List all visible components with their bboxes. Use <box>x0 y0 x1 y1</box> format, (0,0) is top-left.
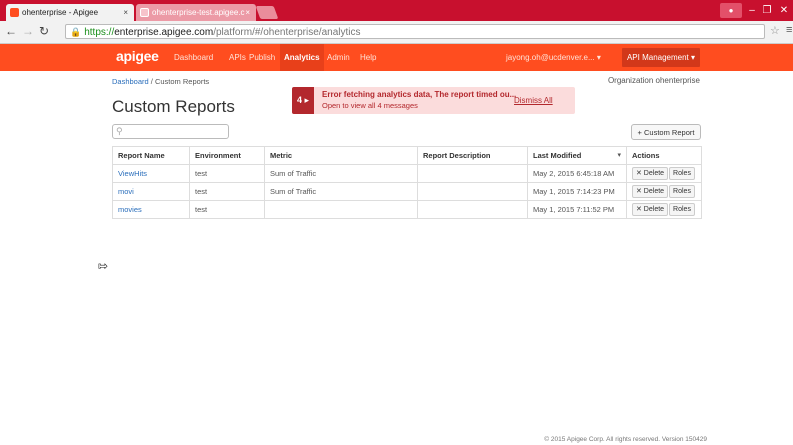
error-alert[interactable]: 4 ▸ Error fetching analytics data, The r… <box>292 87 575 114</box>
nav-publish[interactable]: Publish <box>245 44 279 71</box>
sort-caret-icon[interactable]: ▾ <box>617 151 621 159</box>
roles-button[interactable]: Roles <box>669 203 695 216</box>
browser-titlebar: ohenterprise - Apigee × ohenterprise-tes… <box>0 0 793 21</box>
delete-button[interactable]: ✕ Delete <box>632 167 669 180</box>
nav-dashboard[interactable]: Dashboard <box>170 44 217 71</box>
report-actions: ✕ Delete Roles <box>626 164 702 183</box>
nav-analytics[interactable]: Analytics <box>280 44 324 71</box>
tab-title: ohenterprise-test.apigee.c <box>152 8 245 17</box>
new-tab-button[interactable] <box>255 6 279 19</box>
column-header-environment[interactable]: Environment <box>189 146 265 165</box>
organization-label: Organization ohenterprise <box>607 76 700 85</box>
report-description <box>417 200 528 219</box>
breadcrumb-current: Custom Reports <box>154 77 210 86</box>
alert-count-badge[interactable]: 4 ▸ <box>292 87 314 114</box>
forward-arrow-icon[interactable]: → <box>22 24 34 38</box>
report-environment: test <box>189 182 265 201</box>
report-description <box>417 164 528 183</box>
bookmark-star-icon[interactable]: ☆ <box>770 24 780 37</box>
search-icon: ⚲ <box>116 126 123 136</box>
report-metric: Sum of Traffic <box>264 182 418 201</box>
api-management-menu[interactable]: API Management ▾ <box>622 48 700 67</box>
column-header-metric[interactable]: Metric <box>264 146 418 165</box>
tab-close-icon[interactable]: × <box>245 4 250 21</box>
report-actions: ✕ Delete Roles <box>626 200 702 219</box>
page-favicon-icon <box>140 8 149 17</box>
report-environment: test <box>189 164 265 183</box>
column-header-description[interactable]: Report Description <box>417 146 528 165</box>
apigee-logo[interactable]: apigee <box>116 48 159 64</box>
window-close-icon[interactable]: ✕ <box>776 3 792 18</box>
user-email: jayong.oh@ucdenver.e... <box>506 53 595 62</box>
url-host: enterprise.apigee.com <box>114 27 214 38</box>
apigee-navbar: apigee Dashboard APIs Publish Analytics … <box>0 44 793 71</box>
column-header-last-modified[interactable]: Last Modified ▾ <box>527 146 627 165</box>
table-row: movi test Sum of Traffic May 1, 2015 7:1… <box>112 182 702 201</box>
reload-icon[interactable]: ↻ <box>39 24 49 38</box>
api-management-label: API Management <box>626 53 689 62</box>
browser-tab-active[interactable]: ohenterprise - Apigee × <box>6 4 134 21</box>
user-menu[interactable]: jayong.oh@ucdenver.e... ▾ <box>506 44 601 71</box>
report-actions: ✕ Delete Roles <box>626 182 702 201</box>
report-name-link[interactable]: movi <box>118 187 134 196</box>
report-description <box>417 182 528 201</box>
browser-tab-inactive[interactable]: ohenterprise-test.apigee.c × <box>136 4 256 21</box>
chevron-down-icon: ▾ <box>691 53 696 62</box>
back-arrow-icon[interactable]: ← <box>5 24 17 38</box>
roles-button[interactable]: Roles <box>669 167 695 180</box>
lock-icon: 🔒 <box>70 27 82 37</box>
alert-message: Error fetching analytics data, The repor… <box>322 90 517 99</box>
delete-button[interactable]: ✕ Delete <box>632 185 669 198</box>
breadcrumb-dashboard[interactable]: Dashboard <box>112 77 149 86</box>
report-last-modified: May 1, 2015 7:14:23 PM <box>527 182 627 201</box>
roles-button[interactable]: Roles <box>669 185 695 198</box>
chevron-down-icon: ▾ <box>596 53 601 62</box>
nav-admin[interactable]: Admin <box>323 44 354 71</box>
apigee-favicon-icon <box>10 8 19 17</box>
report-last-modified: May 1, 2015 7:11:52 PM <box>527 200 627 219</box>
address-bar[interactable]: 🔒 https://enterprise.apigee.com/platform/… <box>65 24 765 39</box>
column-header-actions: Actions <box>626 146 702 165</box>
table-row: movies test May 1, 2015 7:11:52 PM ✕ Del… <box>112 200 702 219</box>
delete-button[interactable]: ✕ Delete <box>632 203 669 216</box>
alert-subtext[interactable]: Open to view all 4 messages <box>322 101 418 110</box>
reports-table: Report Name Environment Metric Report De… <box>112 146 702 219</box>
nav-help[interactable]: Help <box>356 44 380 71</box>
last-modified-label: Last Modified <box>533 151 582 160</box>
page-title: Custom Reports <box>112 97 235 116</box>
report-metric: Sum of Traffic <box>264 164 418 183</box>
table-header-row: Report Name Environment Metric Report De… <box>112 146 702 165</box>
add-custom-report-button[interactable]: + Custom Report <box>631 124 701 140</box>
minimize-icon[interactable]: – <box>745 3 759 18</box>
url-path: /platform/#/ohenterprise/analytics <box>213 27 361 38</box>
browser-menu-icon[interactable]: ≡ <box>786 24 792 36</box>
maximize-icon[interactable]: ❐ <box>760 3 774 18</box>
report-environment: test <box>189 200 265 219</box>
report-name-link[interactable]: ViewHits <box>118 169 147 178</box>
report-last-modified: May 2, 2015 6:45:18 AM <box>527 164 627 183</box>
tab-close-icon[interactable]: × <box>123 4 128 21</box>
mouse-cursor-icon: ⇰ <box>98 259 109 273</box>
user-profile-icon[interactable]: ● <box>720 3 742 18</box>
dismiss-all-link[interactable]: Dismiss All <box>514 96 553 105</box>
report-metric <box>264 200 418 219</box>
browser-toolbar: ← → ↻ 🔒 https://enterprise.apigee.com/pla… <box>0 21 793 44</box>
footer-text: © 2015 Apigee Corp. All rights reserved.… <box>544 436 707 443</box>
tab-title: ohenterprise - Apigee <box>22 8 99 17</box>
report-name-link[interactable]: movies <box>118 205 142 214</box>
breadcrumb: Dashboard / Custom Reports <box>112 77 209 86</box>
table-row: ViewHits test Sum of Traffic May 2, 2015… <box>112 164 702 183</box>
search-input[interactable]: ⚲ <box>112 124 229 139</box>
url-scheme: https:// <box>84 27 115 38</box>
column-header-report-name[interactable]: Report Name <box>112 146 190 165</box>
